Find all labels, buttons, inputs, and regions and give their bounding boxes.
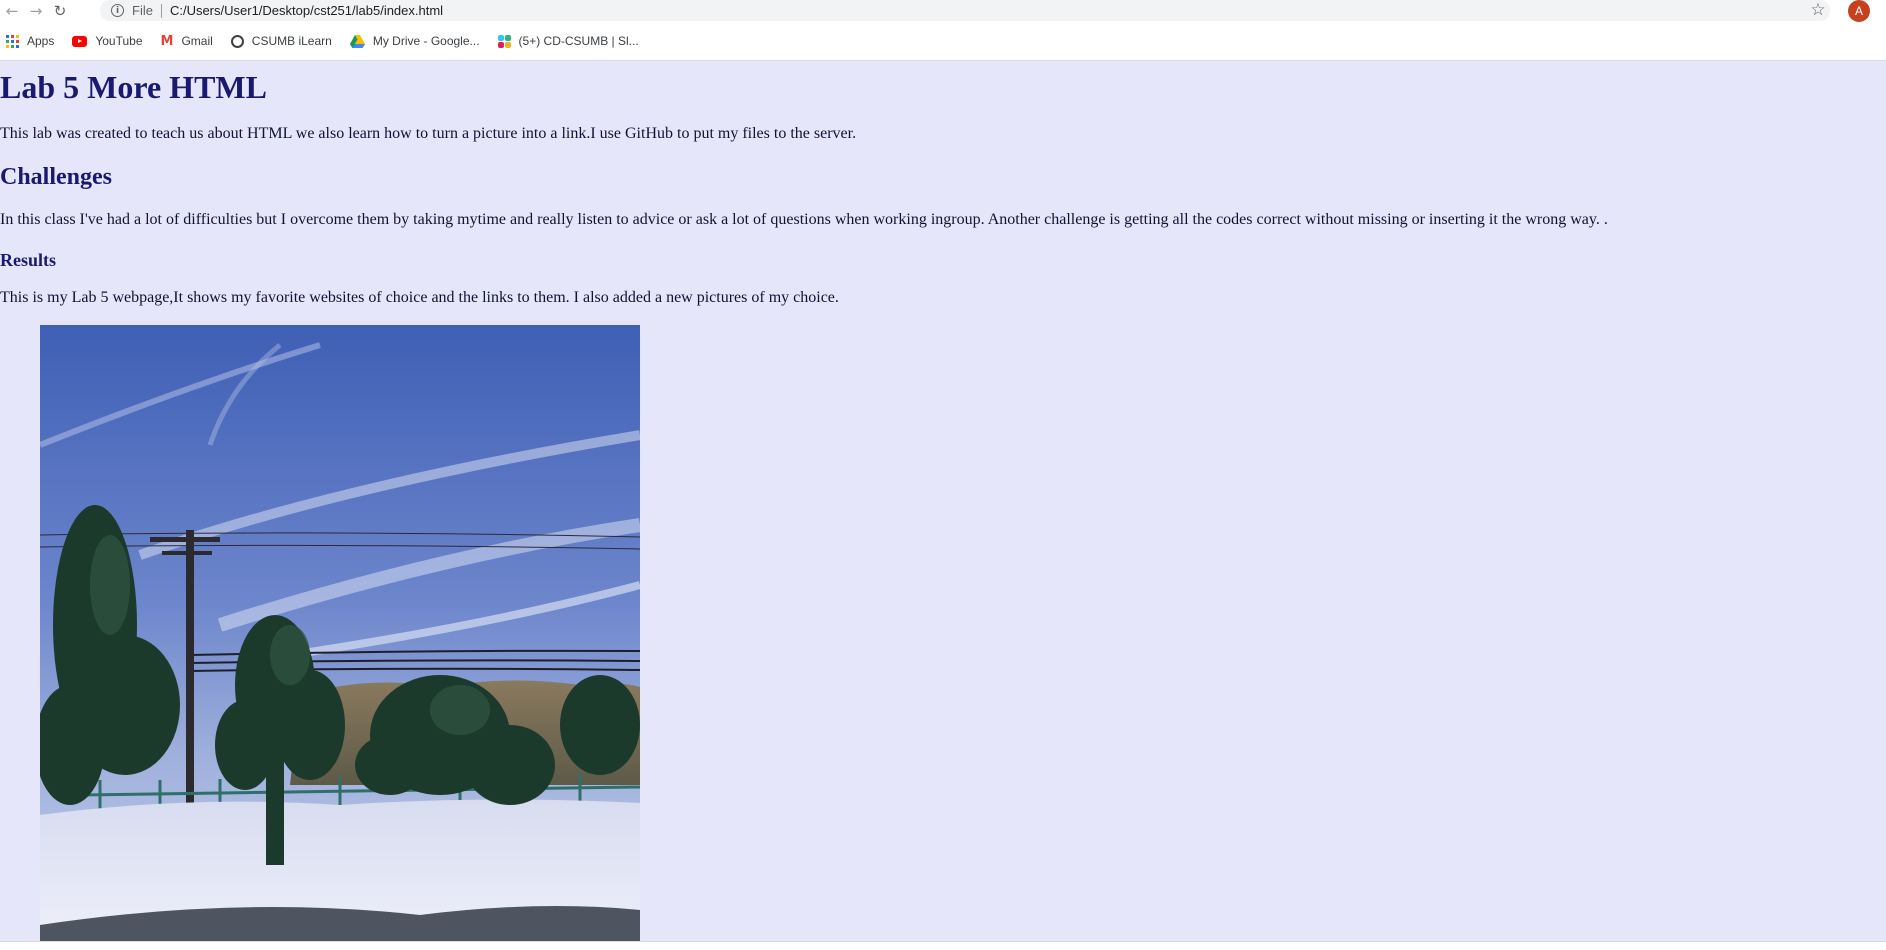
results-paragraph: This is my Lab 5 webpage,It shows my fav…	[0, 289, 839, 306]
bookmark-label: CSUMB iLearn	[251, 34, 332, 48]
bookmark-star-icon[interactable]: ☆	[1808, 0, 1828, 20]
photo-link[interactable]	[40, 325, 640, 941]
challenges-heading: Challenges	[0, 164, 113, 190]
bookmark-label: My Drive - Google...	[372, 34, 480, 48]
bookmark-ilearn[interactable]: CSUMB iLearn	[230, 30, 332, 52]
bookmark-label: YouTube	[95, 34, 143, 48]
apps-grid-icon	[6, 34, 19, 48]
results-heading: Results	[0, 250, 57, 270]
slack-icon	[497, 34, 511, 48]
page-content: Lab 5 More HTML This lab was created to …	[0, 61, 1886, 941]
page-title: Lab 5 More HTML	[0, 69, 267, 105]
browser-toolbar: ← → ↻ i File C:/Users/User1/Desktop/cst2…	[0, 0, 1886, 22]
bookmark-slack[interactable]: (5+) CD-CSUMB | Sl...	[497, 30, 639, 52]
bookmark-label: Apps	[27, 34, 55, 48]
youtube-icon	[72, 35, 88, 47]
desert-landscape-photo[interactable]	[40, 325, 640, 941]
intro-paragraph: This lab was created to teach us about H…	[0, 125, 857, 142]
gmail-icon: M	[160, 33, 174, 49]
bookmarks-bar: Apps YouTube M Gmail CSUMB iLearn My Dri…	[0, 30, 1886, 52]
google-drive-icon	[349, 34, 365, 48]
bookmark-apps[interactable]: Apps	[6, 30, 54, 52]
bookmark-gmail[interactable]: M Gmail	[161, 30, 213, 52]
bookmark-youtube[interactable]: YouTube	[72, 30, 143, 52]
site-info-icon[interactable]: i	[111, 4, 124, 17]
challenges-paragraph: In this class I've had a lot of difficul…	[0, 211, 1608, 228]
bottom-status-strip	[0, 941, 1886, 950]
address-bar[interactable]: i File C:/Users/User1/Desktop/cst251/lab…	[100, 0, 1830, 21]
reload-icon[interactable]: ↻	[48, 0, 72, 22]
bookmark-google-drive[interactable]: My Drive - Google...	[349, 30, 480, 52]
url-scheme-label: File	[132, 3, 153, 18]
forward-arrow-icon[interactable]: →	[24, 0, 48, 22]
back-arrow-icon[interactable]: ←	[0, 0, 24, 22]
bookmark-label: Gmail	[181, 34, 213, 48]
ilearn-icon	[230, 34, 244, 48]
bookmark-label: (5+) CD-CSUMB | Sl...	[518, 34, 639, 48]
url-text[interactable]: C:/Users/User1/Desktop/cst251/lab5/index…	[170, 3, 443, 18]
profile-avatar[interactable]: A	[1848, 0, 1870, 22]
url-separator	[160, 3, 162, 18]
